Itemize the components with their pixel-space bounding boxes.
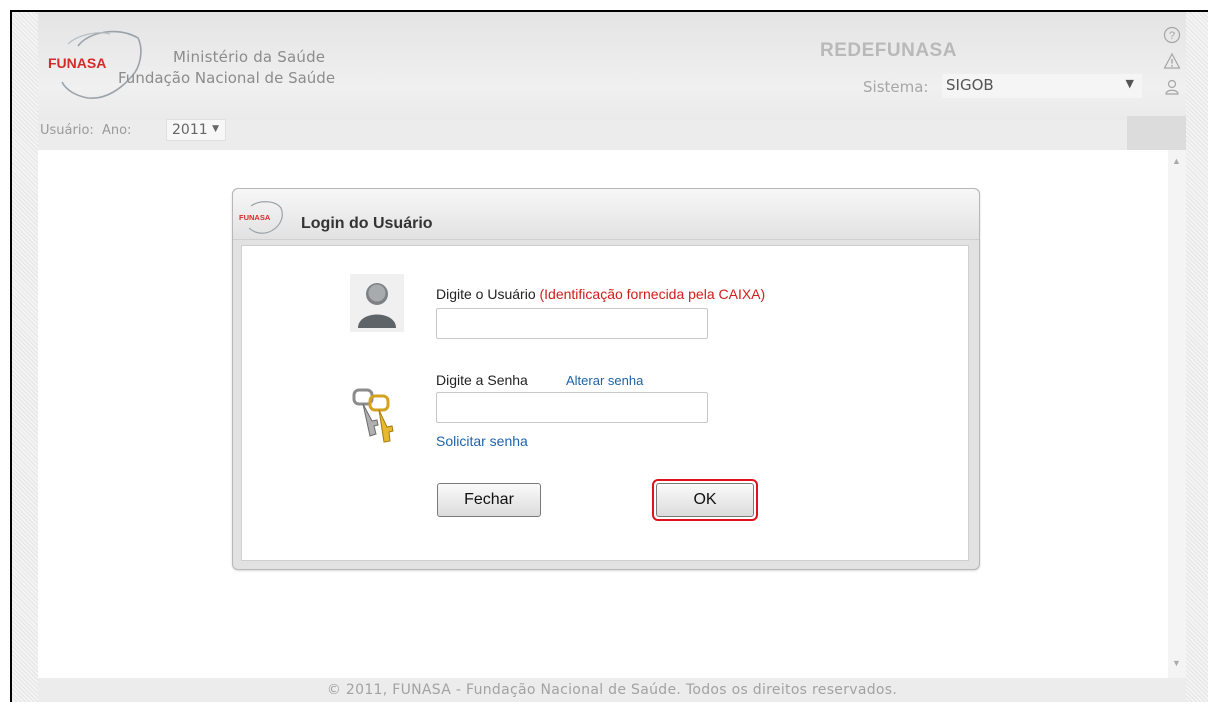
network-title: REDEFUNASA [820, 40, 957, 61]
keys-icon [352, 388, 394, 443]
header: FUNASA Ministério da Saúde Fundação Naci… [38, 12, 1186, 141]
year-select[interactable]: 2011 ▼ [166, 119, 226, 141]
chevron-down-icon: ▼ [212, 124, 219, 134]
dialog-body: Digite o Usuário (Identificação fornecid… [241, 245, 969, 561]
funasa-logo: FUNASA [239, 201, 283, 234]
dialog-title: Login do Usuário [301, 215, 433, 232]
browser-frame: FUNASA Ministério da Saúde Fundação Naci… [10, 10, 1208, 702]
close-button[interactable]: Fechar [437, 483, 541, 517]
footer: © 2011, FUNASA - Fundação Nacional de Sa… [326, 682, 898, 698]
user-field-label: Digite o Usuário (Identificação fornecid… [436, 286, 765, 302]
help-icon[interactable]: ? [1163, 26, 1181, 44]
content-area: FUNASA Login do Usuário Digite o Usuário… [38, 150, 1168, 678]
sistema-label: Sistema: [863, 78, 929, 96]
ministry-title: Ministério da Saúde [173, 48, 326, 66]
scroll-down-icon[interactable]: ▼ [1172, 658, 1181, 668]
year-value: 2011 [172, 122, 208, 138]
login-dialog: FUNASA Login do Usuário Digite o Usuário… [232, 188, 980, 570]
sistema-select[interactable]: SIGOB ▼ [942, 74, 1142, 98]
user-hint: (Identificação fornecida pela CAIXA) [539, 286, 766, 302]
svg-text:?: ? [1169, 30, 1175, 42]
scroll-up-icon[interactable]: ▲ [1172, 156, 1181, 166]
funasa-logo: FUNASA [48, 30, 142, 99]
request-password-link[interactable]: Solicitar senha [436, 433, 528, 449]
change-password-link[interactable]: Alterar senha [566, 373, 643, 388]
dialog-titlebar: FUNASA Login do Usuário [233, 189, 979, 240]
user-label: Usuário: [40, 123, 94, 138]
user-info: Usuário: Ano: [40, 123, 131, 138]
user-label-text: Digite o Usuário [436, 286, 536, 302]
warning-icon[interactable] [1163, 52, 1181, 70]
foundation-title: Fundação Nacional de Saúde [118, 69, 336, 87]
vertical-scrollbar[interactable]: ▲ ▼ [1168, 150, 1186, 678]
user-avatar-icon [350, 274, 404, 332]
svg-text:FUNASA: FUNASA [48, 55, 106, 71]
chevron-down-icon: ▼ [1125, 77, 1134, 90]
svg-text:FUNASA: FUNASA [239, 213, 271, 222]
app-window: FUNASA Ministério da Saúde Fundação Naci… [38, 12, 1186, 702]
username-input[interactable] [436, 308, 708, 339]
header-corner-tab [1127, 116, 1186, 150]
user-outline-icon[interactable] [1163, 78, 1181, 96]
year-label: Ano: [101, 123, 132, 138]
password-label: Digite a Senha [436, 372, 528, 388]
sistema-value: SIGOB [946, 76, 994, 94]
ok-button[interactable]: OK [656, 483, 754, 517]
password-input[interactable] [436, 392, 708, 423]
